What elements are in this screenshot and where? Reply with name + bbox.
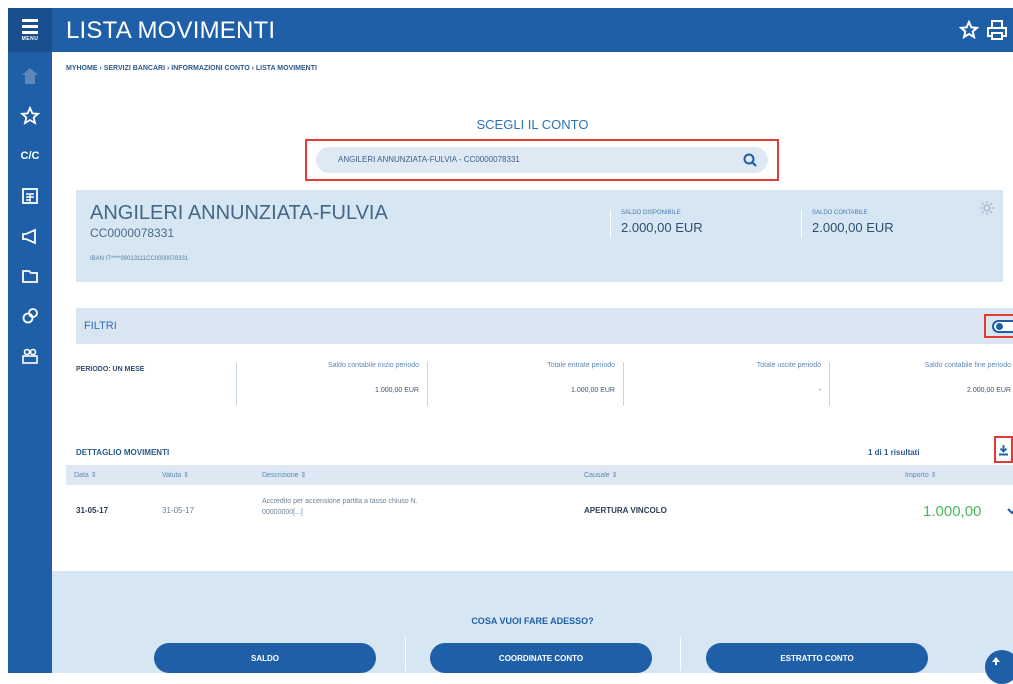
sidebar-item-cards[interactable] [8, 176, 52, 216]
row-description-line1: Accredito per accensione partita a tasso… [262, 498, 418, 505]
people-icon [22, 348, 38, 364]
account-code: CC0000078331 [90, 226, 175, 240]
scroll-top-button[interactable] [985, 650, 1013, 684]
actions-footer: COSA VUOI FARE ADESSO? SALDO COORDINATE … [52, 571, 1013, 673]
row-causale: APERTURA VINCOLO [584, 506, 667, 515]
saldo-contabile-label: SALDO CONTABILE [812, 210, 868, 216]
summary-label: Saldo contabile inizio periodo [327, 362, 419, 369]
row-description-line2: 00000000[...] [262, 509, 303, 516]
breadcrumb[interactable]: MYHOME › SERVIZI BANCARI › INFORMAZIONI … [66, 65, 317, 72]
saldo-contabile-value: 2.000,00 EUR [812, 220, 894, 235]
filters-label: FILTRI [84, 320, 117, 332]
favorite-button[interactable] [956, 17, 982, 43]
sidebar-item-favorites[interactable] [8, 96, 52, 136]
account-card: ANGILERI ANNUNZIATA-FULVIA CC0000078331 … [76, 190, 1003, 282]
movements-table-header: Data ⇕ Valuta ⇕ Descrizione ⇕ Causale ⇕ … [66, 465, 1013, 485]
menu-button[interactable]: MENU [8, 8, 52, 52]
sidebar: MENU C/C [8, 8, 52, 673]
footer-divider [680, 637, 681, 671]
megaphone-icon [22, 228, 36, 245]
sidebar-item-archive[interactable] [8, 256, 52, 296]
hamburger-icon [22, 18, 38, 34]
download-icon [999, 444, 1008, 455]
download-button[interactable] [994, 436, 1013, 463]
saldo-disponibile: SALDO DISPONIBILE 2.000,00 EUR [610, 210, 703, 238]
summary-uscite: Totale uscite periodo - [624, 362, 830, 406]
star-icon [959, 20, 979, 40]
estratto-conto-button[interactable]: ESTRATTO CONTO [706, 643, 928, 673]
app-frame: MENU C/C LISTA MOVIMENTI MYHOME › SERVIZ… [8, 8, 1013, 684]
column-causale[interactable]: Causale ⇕ [584, 471, 618, 479]
search-icon[interactable] [742, 152, 758, 168]
summary-value: - [818, 387, 821, 394]
saldo-contabile: SALDO CONTABILE 2.000,00 EUR [801, 210, 894, 238]
sidebar-item-cc[interactable]: C/C [8, 136, 52, 176]
account-selector-label: SCEGLI IL CONTO [476, 117, 589, 132]
column-descrizione[interactable]: Descrizione ⇕ [262, 471, 306, 479]
summary-value: 1.000,00 EUR [571, 387, 615, 394]
footer-divider [405, 637, 406, 671]
folder-icon [22, 270, 38, 283]
summary-value: 1.000,00 EUR [375, 387, 419, 394]
summary-saldo-fine: Saldo contabile fine periodo 2.000,00 EU… [830, 362, 1011, 406]
filters-toggle[interactable] [992, 320, 1013, 333]
print-button[interactable] [984, 17, 1010, 43]
summary-saldo-inizio: Saldo contabile inizio periodo 1.000,00 … [236, 362, 428, 406]
toggle-knob [996, 323, 1003, 330]
sidebar-item-investments[interactable] [8, 296, 52, 336]
saldo-disponibile-value: 2.000,00 EUR [621, 220, 703, 235]
period-label: PERIODO: UN MESE [76, 366, 145, 373]
gear-icon[interactable] [979, 200, 995, 216]
summary-entrate: Totale entrate periodo 1.000,00 EUR [428, 362, 624, 406]
account-holder-name: ANGILERI ANNUNZIATA-FULVIA [90, 202, 388, 224]
app-header: LISTA MOVIMENTI [52, 8, 1013, 52]
column-data[interactable]: Data ⇕ [74, 471, 97, 479]
column-valuta[interactable]: Valuta ⇕ [162, 471, 189, 479]
coordinate-conto-button[interactable]: COORDINATE CONTO [430, 643, 652, 673]
filters-toggle-highlight [984, 314, 1013, 338]
account-selector-highlight: ANGILERI ANNUNZIATA-FULVIA - CC000007833… [305, 139, 779, 181]
account-iban: IBAN IT****99013111CC0000078331 [90, 256, 189, 262]
menu-label: MENU [21, 35, 39, 42]
summary-label: Saldo contabile fine periodo [924, 362, 1011, 369]
star-icon [20, 106, 40, 125]
actions-question: COSA VUOI FARE ADESSO? [471, 616, 594, 626]
movements-title: DETTAGLIO MOVIMENTI [76, 448, 170, 457]
summary-label: Totale entrate periodo [547, 362, 615, 369]
saldo-button[interactable]: SALDO [154, 643, 376, 673]
saldo-disponibile-label: SALDO DISPONIBILE [621, 210, 681, 216]
sidebar-item-services[interactable] [8, 336, 52, 376]
calculator-icon [22, 188, 38, 204]
main-content: MYHOME › SERVIZI BANCARI › INFORMAZIONI … [52, 52, 1013, 684]
row-valuta: 31-05-17 [162, 506, 195, 515]
table-row[interactable]: 31-05-17 31-05-17 Accredito per accensio… [66, 488, 1013, 532]
summary-label: Totale uscite periodo [756, 362, 821, 369]
home-icon [22, 68, 38, 84]
coins-icon [22, 308, 38, 324]
account-selector[interactable]: ANGILERI ANNUNZIATA-FULVIA - CC000007833… [316, 147, 768, 173]
summary-value: 2.000,00 EUR [967, 387, 1011, 394]
account-selector-value: ANGILERI ANNUNZIATA-FULVIA - CC000007833… [338, 155, 520, 164]
chevron-down-icon[interactable] [1007, 507, 1013, 515]
row-importo: 1.000,00 [923, 503, 982, 520]
column-importo[interactable]: Importo ⇕ [905, 471, 937, 479]
printer-icon [987, 20, 1007, 40]
page-title: LISTA MOVIMENTI [66, 17, 276, 44]
row-data: 31-05-17 [76, 506, 109, 515]
arrow-up-icon [992, 657, 1000, 665]
sidebar-item-communications[interactable] [8, 216, 52, 256]
results-count: 1 di 1 risultati [868, 448, 920, 457]
filters-bar: FILTRI [76, 308, 1013, 344]
sidebar-item-home[interactable] [8, 56, 52, 96]
